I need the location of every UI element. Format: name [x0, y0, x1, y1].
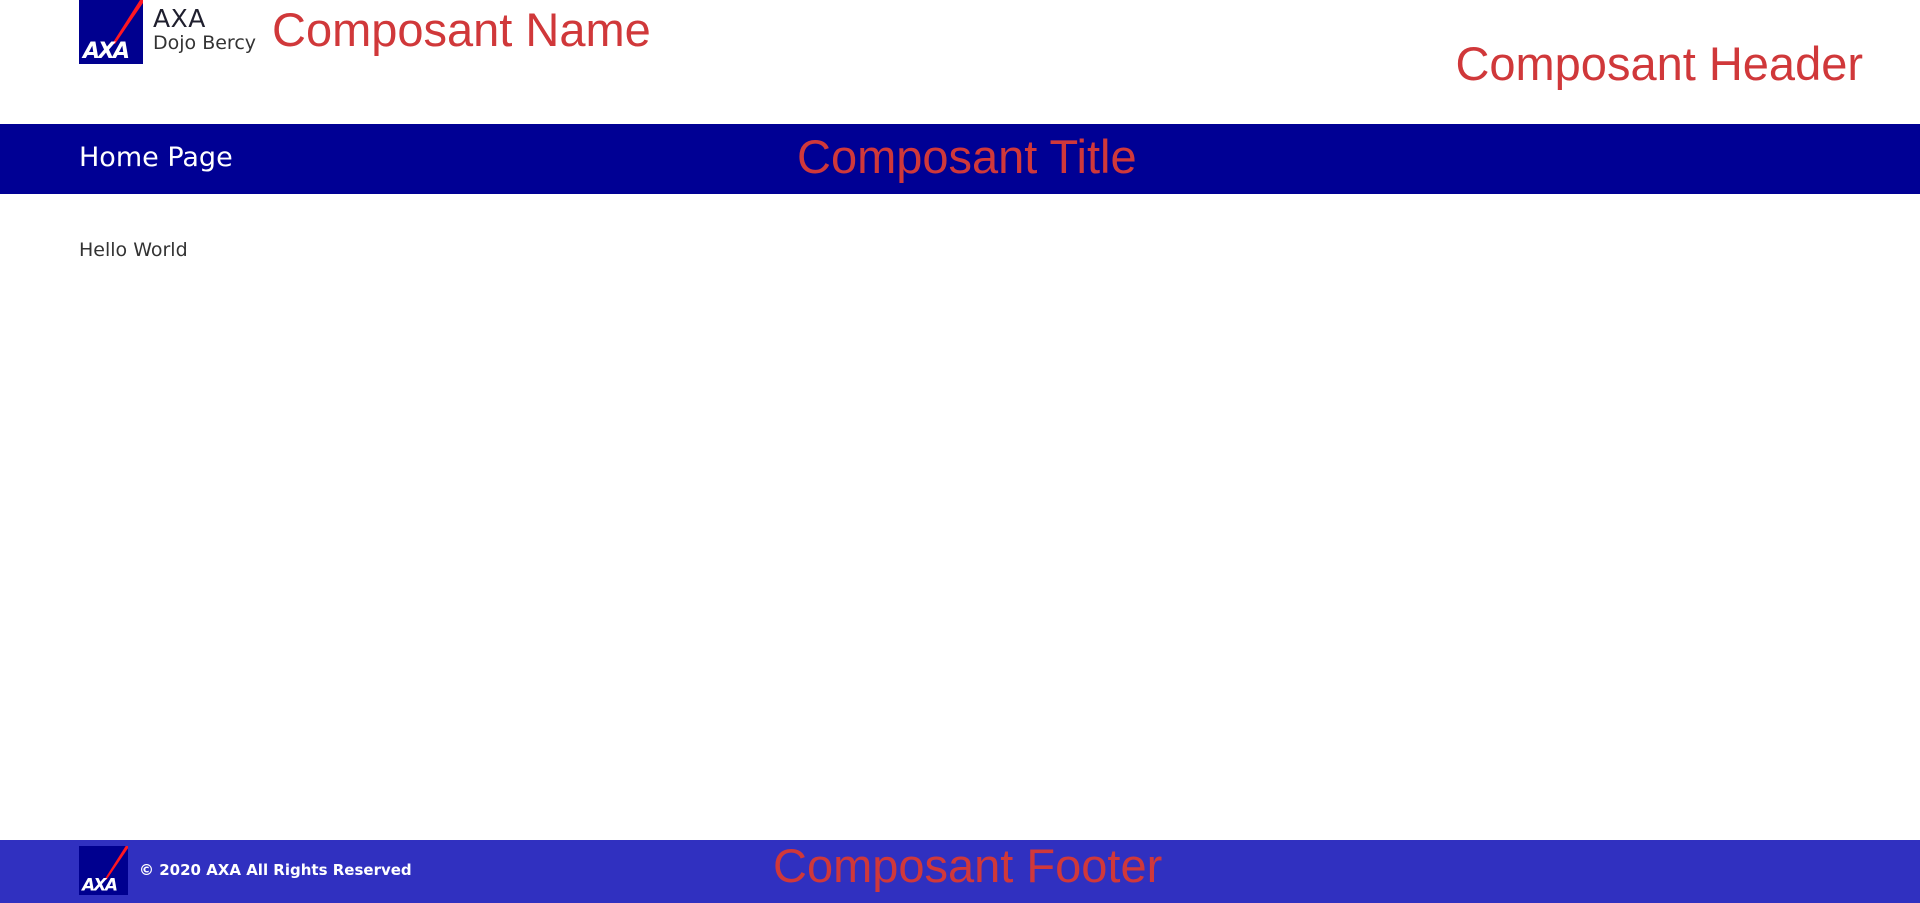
svg-text:AXA: AXA [81, 39, 129, 64]
brand[interactable]: AXA AXA Dojo Bercy [79, 0, 256, 64]
annotation-composant-name: Composant Name [272, 3, 651, 56]
svg-text:AXA: AXA [80, 874, 117, 894]
annotation-composant-title: Composant Title [797, 130, 1137, 183]
main-content: Hello World [0, 194, 1920, 840]
copyright-text: © 2020 AXA All Rights Reserved [139, 861, 412, 879]
axa-logo-icon: AXA [79, 0, 143, 64]
brand-subtitle: Dojo Bercy [153, 32, 257, 54]
axa-logo-icon: AXA [79, 846, 128, 895]
content-text: Hello World [79, 239, 188, 261]
page-title: Home Page [79, 142, 233, 173]
annotation-composant-header: Composant Header [1455, 37, 1863, 90]
brand-name: AXA [153, 4, 206, 33]
annotation-composant-footer: Composant Footer [773, 839, 1163, 892]
page-header: AXA AXA Dojo Bercy Composant Name Compos… [0, 0, 1920, 124]
title-bar: Home Page Composant Title [0, 124, 1920, 194]
page-footer: AXA © 2020 AXA All Rights Reserved Compo… [0, 840, 1920, 903]
brand-text: AXA Dojo Bercy [153, 4, 257, 55]
page: AXA AXA Dojo Bercy Composant Name Compos… [0, 0, 1920, 903]
